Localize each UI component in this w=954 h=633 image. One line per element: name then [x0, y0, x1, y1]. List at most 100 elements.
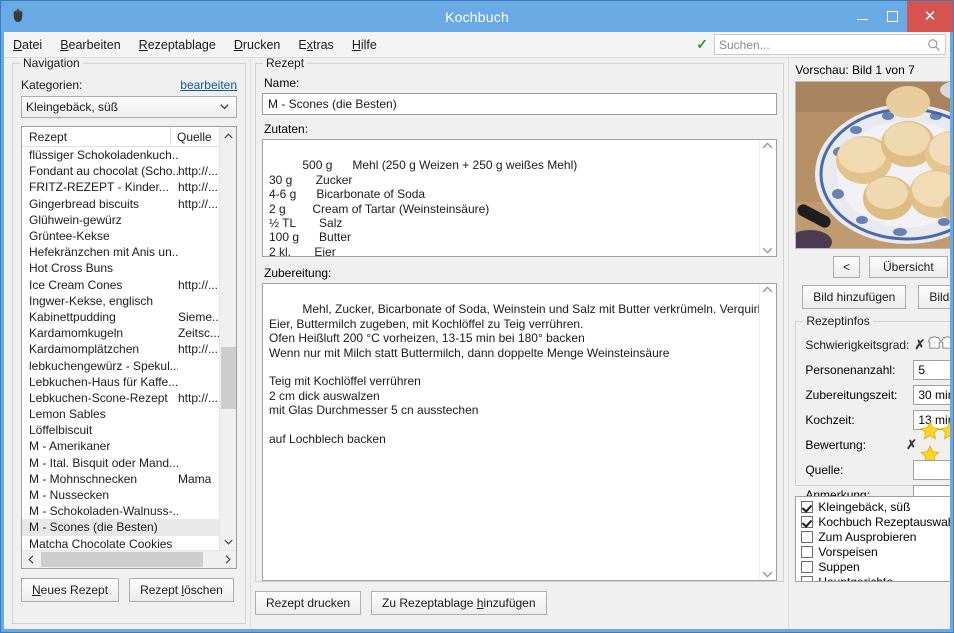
table-row[interactable]: Löffelbiscuit	[22, 422, 236, 438]
prev-image-button[interactable]: <	[833, 256, 860, 278]
menu-rezeptablage[interactable]: Rezeptablage	[130, 35, 225, 55]
clear-rating-icon[interactable]: ✗	[906, 437, 917, 453]
table-row[interactable]: Lemon Sables	[22, 406, 236, 422]
recipe-name-input[interactable]: M - Scones (die Besten)	[262, 93, 777, 115]
recipe-list-vscrollbar[interactable]	[219, 127, 236, 550]
table-row[interactable]: Fondant au chocolat (Scho...http://...	[22, 163, 236, 179]
title-bar[interactable]: Kochbuch ✕	[1, 1, 953, 32]
search-icon[interactable]	[927, 38, 941, 52]
table-row[interactable]: lebkuchengewürz - Spekul...	[22, 357, 236, 373]
quelle-dropdown[interactable]	[913, 460, 950, 480]
scroll-up-icon[interactable]	[762, 286, 773, 293]
cell-rezept: Matcha Chocolate Cookies	[22, 537, 178, 550]
list-item[interactable]: Vorspeisen	[796, 544, 950, 559]
ingredients-scrollbar[interactable]	[759, 140, 776, 256]
category-checklist[interactable]: Kleingebäck, süßKochbuch RezeptauswahlZu…	[795, 496, 950, 582]
list-item[interactable]: Suppen	[796, 559, 950, 574]
scroll-down-icon[interactable]	[762, 247, 773, 254]
recipe-photo[interactable]	[795, 81, 950, 249]
table-row[interactable]: Gingerbread biscuitshttp://...	[22, 196, 236, 212]
remove-image-button[interactable]: Bild entfernen	[918, 285, 950, 309]
checkbox-icon[interactable]	[801, 576, 813, 583]
category-dropdown[interactable]: Kleingebäck, süß	[21, 96, 237, 118]
delete-recipe-button[interactable]: Rezept löschen	[129, 578, 234, 602]
zubereitungszeit-input[interactable]: 30 min	[913, 385, 950, 405]
table-row[interactable]: Ice Cream Coneshttp://...	[22, 277, 236, 293]
add-image-button[interactable]: Bild hinzufügen	[802, 285, 906, 309]
table-row[interactable]: M - Scones (die Besten)	[22, 519, 236, 535]
minimize-button[interactable]	[847, 1, 877, 32]
table-row[interactable]: Hefekränzchen mit Anis un...	[22, 244, 236, 260]
search-input[interactable]: Suchen...	[714, 34, 946, 55]
table-row[interactable]: M - Amerikaner	[22, 438, 236, 454]
list-item[interactable]: Hauptgerichte	[796, 574, 950, 582]
zubereitung-label: Zubereitung:	[264, 266, 777, 280]
list-item[interactable]: Kochbuch Rezeptauswahl	[796, 514, 950, 529]
table-row[interactable]: Lebkuchen-Scone-Rezepthttp://...	[22, 390, 236, 406]
table-row[interactable]: Glühwein-gewürz	[22, 212, 236, 228]
checkbox-icon[interactable]	[801, 561, 813, 573]
table-row[interactable]: flüssiger Schokoladenkuch...	[22, 147, 236, 163]
recipe-list-htrack[interactable]	[39, 551, 219, 568]
preparation-textarea[interactable]: Mehl, Zucker, Bicarbonate of Soda, Weins…	[262, 283, 777, 581]
list-item[interactable]: Zum Ausprobieren	[796, 529, 950, 544]
table-row[interactable]: Lebkuchen-Haus für Kaffe...	[22, 374, 236, 390]
table-row[interactable]: Grüntee-Kekse	[22, 228, 236, 244]
clear-difficulty-icon[interactable]: ✗	[914, 337, 925, 353]
chef-hat-icon[interactable]	[941, 336, 950, 350]
personen-input[interactable]: 5	[913, 360, 950, 380]
difficulty-hats[interactable]: ✗	[914, 336, 950, 355]
menu-hilfe[interactable]: Hilfe	[343, 35, 386, 55]
scroll-right-icon[interactable]	[219, 551, 236, 568]
new-recipe-button[interactable]: Neues Rezept	[21, 578, 119, 602]
cell-rezept: Hot Cross Buns	[22, 261, 178, 275]
scroll-left-icon[interactable]	[22, 551, 39, 568]
check-icon[interactable]: ✓	[696, 36, 708, 53]
table-row[interactable]: M - Nussecken	[22, 487, 236, 503]
scroll-down-icon[interactable]	[762, 571, 773, 578]
scroll-up-icon[interactable]	[762, 142, 773, 149]
scroll-up-icon[interactable]	[220, 127, 237, 144]
table-row[interactable]: Hot Cross Buns	[22, 260, 236, 276]
scroll-down-icon[interactable]	[220, 533, 237, 550]
menu-extras[interactable]: Extras	[289, 35, 342, 55]
recipe-listbox[interactable]: Rezept Quelle flüssiger Schokoladenkuch.…	[21, 126, 237, 569]
menu-bearbeiten[interactable]: Bearbeiten	[51, 35, 129, 55]
table-row[interactable]: Ingwer-Kekse, englisch	[22, 293, 236, 309]
zubereitungszeit-row: Zubereitungszeit: 30 min	[805, 385, 950, 405]
cell-rezept: Hefekränzchen mit Anis un...	[22, 245, 178, 259]
star-icon[interactable]	[940, 421, 950, 440]
checkbox-icon[interactable]	[801, 516, 813, 528]
table-row[interactable]: M - Schokoladen-Walnuss-...	[22, 503, 236, 519]
cell-rezept: Glühwein-gewürz	[22, 213, 178, 227]
checkbox-icon[interactable]	[801, 531, 813, 543]
preparation-scrollbar[interactable]	[759, 284, 776, 580]
column-header-rezept[interactable]: Rezept	[22, 127, 171, 146]
cell-rezept: Ice Cream Cones	[22, 278, 178, 292]
edit-categories-link[interactable]: bearbeiten	[180, 78, 237, 92]
table-row[interactable]: Kardamomplätzchenhttp://...	[22, 341, 236, 357]
ingredients-textarea[interactable]: 500 g Mehl (250 g Weizen + 250 g weißes …	[262, 139, 777, 257]
menu-drucken[interactable]: Drucken	[225, 35, 290, 55]
recipe-list-hscrollbar[interactable]	[22, 550, 236, 568]
table-row[interactable]: FRITZ-REZEPT - Kinder...http://...	[22, 179, 236, 195]
print-recipe-button[interactable]: Rezept drucken	[255, 591, 361, 615]
checkbox-icon[interactable]	[801, 501, 813, 513]
star-icon[interactable]	[920, 421, 940, 440]
table-row[interactable]: Matcha Chocolate Cookies	[22, 536, 236, 551]
menu-datei[interactable]: Datei	[4, 35, 51, 55]
overview-button[interactable]: Übersicht	[869, 256, 948, 278]
table-row[interactable]: KardamomkugelnZeitsc...	[22, 325, 236, 341]
recipe-list-hscroll-thumb[interactable]	[41, 552, 203, 567]
close-button[interactable]: ✕	[907, 1, 953, 32]
add-to-ablage-button[interactable]: Zu Rezeptablage hinzufügen	[371, 591, 546, 615]
table-row[interactable]: M - MohnschneckenMama	[22, 471, 236, 487]
table-row[interactable]: M - Ital. Bisquit oder Mand...	[22, 455, 236, 471]
category-selected-value: Kleingebäck, süß	[26, 100, 118, 114]
table-row[interactable]: KabinettpuddingSieme...	[22, 309, 236, 325]
chef-hat-icon[interactable]	[928, 336, 941, 350]
list-item[interactable]: Kleingebäck, süß	[796, 499, 950, 514]
maximize-button[interactable]	[877, 1, 907, 32]
checkbox-icon[interactable]	[801, 546, 813, 558]
recipe-list-vscroll-thumb[interactable]	[221, 347, 236, 409]
